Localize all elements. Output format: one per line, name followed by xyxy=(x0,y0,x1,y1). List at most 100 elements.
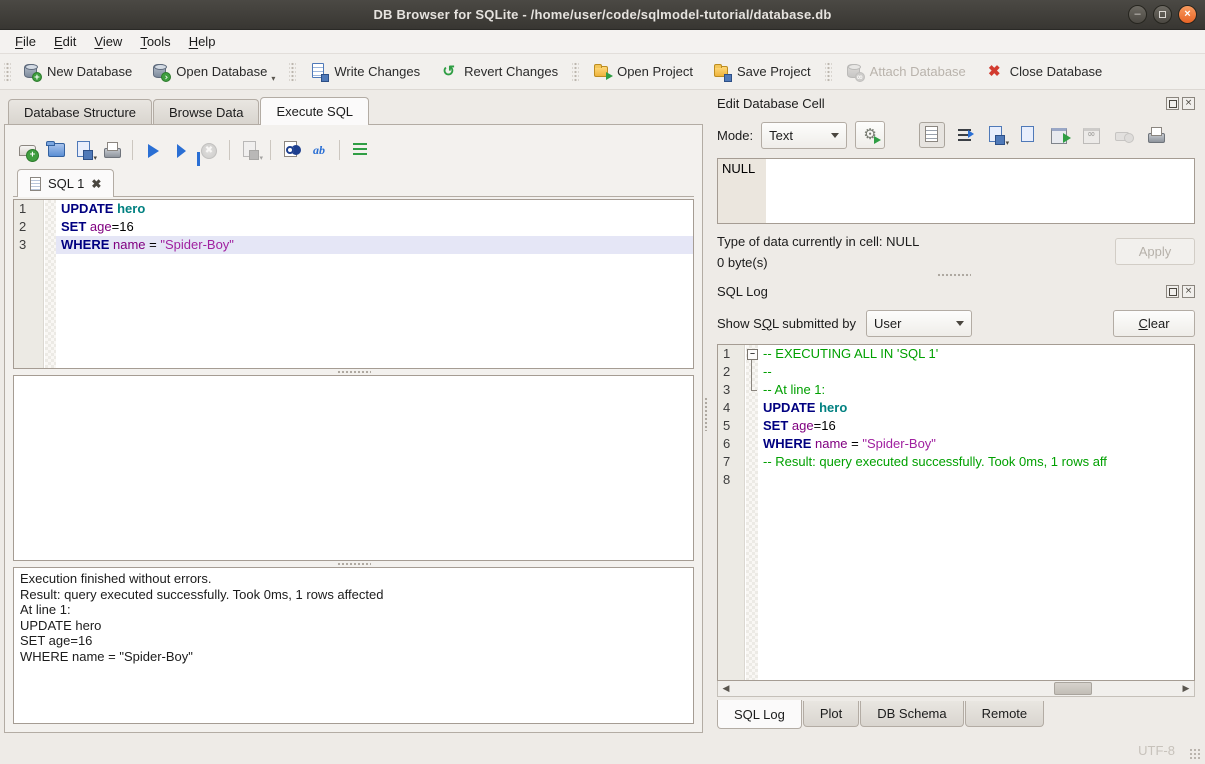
close-database-button[interactable]: ✖Close Database xyxy=(976,58,1113,86)
splitter-handle xyxy=(337,562,371,566)
sql-log-view[interactable]: 1-- EXECUTING ALL IN 'SQL 1'2--3-- At li… xyxy=(717,344,1195,681)
cell-editor[interactable]: NULL xyxy=(717,158,1195,224)
splitter-handle xyxy=(337,370,371,374)
sql-editor[interactable]: 1UPDATE hero2SET age=163WHERE name = "Sp… xyxy=(13,199,694,369)
scrollbar-track[interactable] xyxy=(734,681,1178,696)
maximize-icon xyxy=(1159,11,1166,18)
results-grid[interactable] xyxy=(13,375,694,561)
find-button[interactable] xyxy=(278,137,304,163)
close-panel-icon[interactable]: × xyxy=(1182,285,1195,298)
titlebar[interactable]: DB Browser for SQLite - /home/user/code/… xyxy=(0,0,1205,30)
dock-tab-plot[interactable]: Plot xyxy=(803,701,859,727)
chevron-down-icon xyxy=(831,133,839,138)
execution-message-pane[interactable]: Execution finished without errors.Result… xyxy=(13,567,694,724)
new-database-button[interactable]: + New Database xyxy=(13,58,142,86)
window-title: DB Browser for SQLite - /home/user/code/… xyxy=(0,7,1205,22)
copy-link-button[interactable] xyxy=(1079,122,1105,148)
scroll-right-icon[interactable]: ▶ xyxy=(1178,681,1194,696)
new-database-icon: + xyxy=(23,63,40,80)
sql-document-tab[interactable]: SQL 1 ✖ xyxy=(17,169,114,197)
left-panel: Database StructureBrowse DataExecute SQL… xyxy=(0,90,703,737)
code-line: 5SET age=16 xyxy=(718,417,1194,435)
export-data-button[interactable] xyxy=(1015,122,1041,148)
open-database-label: Open Database xyxy=(176,64,267,79)
open-new-tab-button[interactable] xyxy=(15,137,41,163)
tab-execute-sql[interactable]: Execute SQL xyxy=(260,97,369,125)
execute-sql-page: ▾ ✖ ▾ ab SQL 1 ✖ 1UPDATE hero2SET age=163WH… xyxy=(4,124,703,733)
word-wrap-icon xyxy=(958,129,971,141)
mode-label: Mode: xyxy=(717,128,753,143)
save-sql-file-button[interactable]: ▾ xyxy=(71,137,97,163)
find-replace-button[interactable]: ab xyxy=(306,137,332,163)
text-mode-button[interactable] xyxy=(919,122,945,148)
dock-tab-db-schema[interactable]: DB Schema xyxy=(860,701,963,727)
execute-all-icon xyxy=(148,144,159,158)
apply-button[interactable]: Apply xyxy=(1115,238,1195,265)
open-in-external-button[interactable] xyxy=(1047,122,1073,148)
code-text: -- At line 1: xyxy=(758,381,1194,399)
dropdown-caret-icon: ▾ xyxy=(93,154,97,162)
menu-edit[interactable]: Edit xyxy=(45,32,85,51)
format-sql-button[interactable] xyxy=(347,137,373,163)
splitter-cell-log[interactable] xyxy=(711,270,1197,280)
scrollbar-thumb[interactable] xyxy=(1054,682,1092,695)
open-database-button[interactable]: ›Open Database▾ xyxy=(142,58,285,86)
code-text: -- Result: query executed successfully. … xyxy=(758,453,1194,471)
print-sql-button[interactable] xyxy=(99,137,125,163)
save-project-button[interactable]: Save Project xyxy=(703,58,821,86)
sql-log-title: SQL Log xyxy=(717,284,1163,299)
execute-all-button[interactable] xyxy=(140,137,166,163)
clear-log-button[interactable]: Clear xyxy=(1113,310,1195,337)
fold-margin xyxy=(45,218,56,236)
menu-tools[interactable]: Tools xyxy=(131,32,179,51)
print-cell-button[interactable] xyxy=(1143,122,1169,148)
message-line: Result: query executed successfully. Too… xyxy=(20,587,687,603)
cell-editor-area[interactable] xyxy=(766,159,1194,223)
menu-file[interactable]: File xyxy=(6,32,45,51)
write-changes-button[interactable]: Write Changes xyxy=(300,58,430,86)
mode-combobox[interactable]: Text xyxy=(761,122,847,149)
log-horizontal-scrollbar[interactable]: ◀ ▶ xyxy=(717,681,1195,697)
set-null-button[interactable] xyxy=(1111,122,1137,148)
tab-browse-data[interactable]: Browse Data xyxy=(153,99,259,124)
code-line: 6WHERE name = "Spider-Boy" xyxy=(718,435,1194,453)
close-panel-icon[interactable]: × xyxy=(1182,97,1195,110)
print-cell-icon xyxy=(1147,126,1165,144)
word-wrap-button[interactable] xyxy=(951,122,977,148)
close-tab-icon[interactable]: ✖ xyxy=(91,177,101,191)
new-database-label: New Database xyxy=(47,64,132,79)
maximize-button[interactable] xyxy=(1153,5,1172,24)
float-panel-icon[interactable] xyxy=(1166,285,1179,298)
menu-view[interactable]: View xyxy=(85,32,131,51)
auto-switch-mode-button[interactable]: ⚙ xyxy=(855,121,885,149)
code-line: 7-- Result: query executed successfully.… xyxy=(718,453,1194,471)
minimize-button[interactable]: – xyxy=(1128,5,1147,24)
open-sql-file-button[interactable] xyxy=(43,137,69,163)
statusbar: UTF-8 xyxy=(0,737,1205,764)
menu-help[interactable]: Help xyxy=(180,32,225,51)
dock-tab-bar: SQL LogPlotDB SchemaRemote xyxy=(717,701,1195,733)
execute-current-line-button[interactable] xyxy=(168,137,194,163)
save-results-button[interactable]: ▾ xyxy=(237,137,263,163)
code-text: -- EXECUTING ALL IN 'SQL 1' xyxy=(758,345,1194,363)
scroll-left-icon[interactable]: ◀ xyxy=(718,681,734,696)
dock-tab-sql-log[interactable]: SQL Log xyxy=(717,700,802,729)
app-window: DB Browser for SQLite - /home/user/code/… xyxy=(0,0,1205,764)
fold-margin xyxy=(45,200,56,218)
toolbar-separator xyxy=(132,140,133,160)
resize-grip[interactable] xyxy=(1189,748,1202,761)
submitted-by-combobox[interactable]: User xyxy=(866,310,972,337)
code-line: 4UPDATE hero xyxy=(718,399,1194,417)
tab-database-structure[interactable]: Database Structure xyxy=(8,99,152,124)
message-line: WHERE name = "Spider-Boy" xyxy=(20,649,687,665)
open-project-button[interactable]: Open Project xyxy=(583,58,703,86)
stop-execution-button[interactable]: ✖ xyxy=(196,137,222,163)
revert-changes-button[interactable]: ↺Revert Changes xyxy=(430,58,568,86)
float-panel-icon[interactable] xyxy=(1166,97,1179,110)
import-data-button[interactable]: ▾ xyxy=(983,122,1009,148)
code-text: SET age=16 xyxy=(758,417,1194,435)
code-line: 1-- EXECUTING ALL IN 'SQL 1' xyxy=(718,345,1194,363)
attach-database-button[interactable]: ∞Attach Database xyxy=(836,58,976,86)
dock-tab-remote[interactable]: Remote xyxy=(965,701,1045,727)
close-button[interactable]: × xyxy=(1178,5,1197,24)
